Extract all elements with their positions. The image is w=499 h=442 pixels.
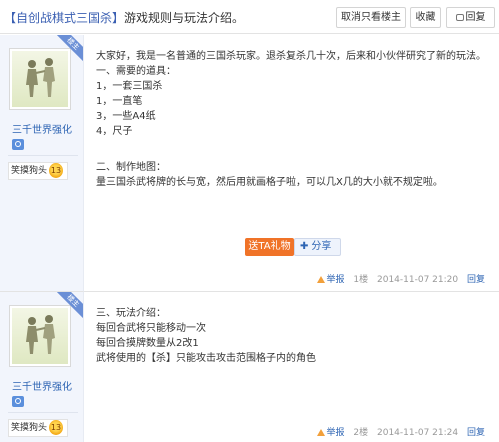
report-link[interactable]: 举报 bbox=[316, 428, 345, 438]
post-line: 每回合摸牌数量从2改1 bbox=[96, 338, 199, 349]
post-line: 二、制作地图： bbox=[96, 162, 166, 173]
author-sidebar: 楼主 三千世界强化 笑摸狗头 13 bbox=[0, 35, 84, 291]
reply-icon bbox=[455, 14, 464, 21]
post-floor-1: 楼主 三千世界强化 笑摸狗头 13 大家好，我是一名普通的三国杀玩家。退杀复杀几… bbox=[0, 35, 499, 291]
post-line: 4，尺子 bbox=[96, 126, 133, 137]
owner-badge: 楼主 bbox=[57, 292, 83, 318]
warning-icon bbox=[316, 276, 325, 283]
author-sidebar: 楼主 三千世界强化 笑摸狗头 13 bbox=[0, 291, 84, 442]
report-link[interactable]: 举报 bbox=[316, 275, 345, 285]
post-floor-2: 楼主 三千世界强化 笑摸狗头 13 三、玩法介绍： 每回合武将只能移动一次 每回… bbox=[0, 291, 499, 442]
post-meta: 举报 2楼 2014-11-07 21:24 回复 bbox=[316, 425, 485, 438]
post-line: 大家好，我是一名普通的三国杀玩家。退杀复杀几十次，后来和小伙伴研究了新的玩法。 bbox=[96, 51, 486, 62]
post-meta: 举报 1楼 2014-11-07 21:20 回复 bbox=[316, 272, 485, 285]
rank-title: 笑摸狗头 bbox=[11, 423, 48, 433]
user-level-icon[interactable] bbox=[12, 396, 24, 407]
rank-level-badge: 13 bbox=[49, 420, 63, 435]
rank-level-badge: 13 bbox=[49, 163, 63, 178]
share-label: 分享 bbox=[311, 241, 332, 252]
divider bbox=[84, 291, 499, 292]
owner-badge: 楼主 bbox=[57, 35, 83, 61]
share-button[interactable]: ✚ 分享 bbox=[294, 238, 341, 256]
post-content: 三、玩法介绍： 每回合武将只能移动一次 每回合摸牌数量从2改1 武将使用的【杀】… bbox=[96, 306, 496, 366]
divider bbox=[8, 412, 78, 413]
thread-header: 【自创战棋式三国杀】游戏规则与玩法介绍。 取消只看楼主 收藏 回复 bbox=[0, 0, 499, 34]
post-line: 一、需要的道具： bbox=[96, 66, 176, 77]
post-line: 武将使用的【杀】只能攻击攻击范围格子内的角色 bbox=[96, 353, 316, 364]
username-link[interactable]: 三千世界强化 bbox=[0, 378, 84, 393]
post-line: 3，一些A4纸 bbox=[96, 111, 156, 122]
reply-button-label: 回复 bbox=[465, 12, 486, 23]
plus-icon: ✚ bbox=[300, 241, 309, 252]
thread-title-text: 游戏规则与玩法介绍。 bbox=[124, 11, 245, 25]
reply-link[interactable]: 回复 bbox=[467, 428, 485, 438]
floor-number: 1楼 bbox=[353, 275, 369, 285]
warning-icon bbox=[316, 429, 325, 436]
post-line: 1，一套三国杀 bbox=[96, 81, 163, 92]
user-level-icon[interactable] bbox=[12, 139, 24, 150]
post-line: 1，一直笔 bbox=[96, 96, 143, 107]
post-time: 2014-11-07 21:24 bbox=[377, 428, 459, 438]
rank-title: 笑摸狗头 bbox=[11, 166, 48, 176]
thread-title: 【自创战棋式三国杀】游戏规则与玩法介绍。 bbox=[4, 9, 244, 26]
rank-badge[interactable]: 笑摸狗头 13 bbox=[8, 162, 68, 180]
rank-badge[interactable]: 笑摸狗头 13 bbox=[8, 419, 68, 437]
divider bbox=[8, 155, 78, 156]
reply-button[interactable]: 回复 bbox=[446, 7, 495, 28]
username-link[interactable]: 三千世界强化 bbox=[0, 121, 84, 136]
send-gift-button[interactable]: 送TA礼物 bbox=[245, 238, 294, 256]
post-line: 量三国杀武将牌的长与宽，然后用就画格子啦，可以几X几的大小就不规定啦。 bbox=[96, 177, 443, 188]
post-content: 大家好，我是一名普通的三国杀玩家。退杀复杀几十次，后来和小伙伴研究了新的玩法。 … bbox=[96, 49, 496, 190]
post-line: 每回合武将只能移动一次 bbox=[96, 323, 206, 334]
post-time: 2014-11-07 21:20 bbox=[377, 275, 459, 285]
report-label: 举报 bbox=[326, 275, 345, 285]
favorite-button[interactable]: 收藏 bbox=[410, 7, 441, 28]
floor-number: 2楼 bbox=[353, 428, 369, 438]
reply-link[interactable]: 回复 bbox=[467, 275, 485, 285]
post-line: 三、玩法介绍： bbox=[96, 308, 166, 319]
report-label: 举报 bbox=[326, 428, 345, 438]
cancel-only-owner-button[interactable]: 取消只看楼主 bbox=[336, 7, 406, 28]
thread-title-tag[interactable]: 【自创战棋式三国杀】 bbox=[4, 11, 124, 25]
